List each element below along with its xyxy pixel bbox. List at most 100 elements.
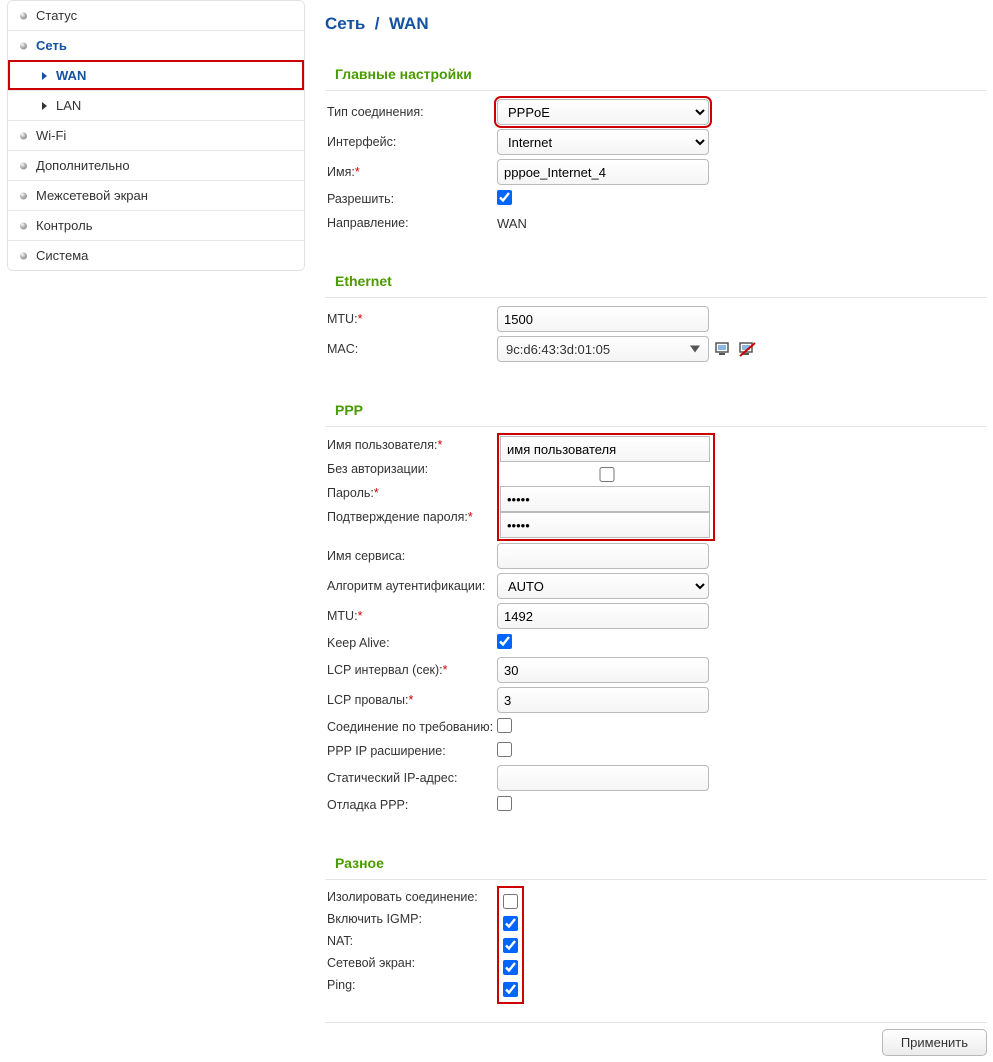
ppp-pass-input[interactable]: [500, 486, 710, 512]
misc-nat-label: NAT:: [325, 934, 497, 948]
chevron-down-icon: [690, 346, 700, 353]
ppp-pass2-input[interactable]: [500, 512, 710, 538]
section-misc: Разное Изолировать соединение: Включить …: [325, 845, 987, 1004]
bullet-icon: [20, 162, 27, 169]
ppp-keep-checkbox[interactable]: [497, 634, 512, 649]
bullet-icon: [20, 222, 27, 229]
ppp-keep-label: Keep Alive:: [325, 636, 497, 650]
ppp-svc-label: Имя сервиса:: [325, 549, 497, 563]
ppp-svc-input[interactable]: [497, 543, 709, 569]
sidebar-item-firewall[interactable]: Межсетевой экран: [8, 180, 304, 210]
bullet-icon: [20, 192, 27, 199]
section-title: Разное: [325, 855, 987, 880]
ppp-pass-label: Пароль:*: [325, 486, 497, 500]
ppp-auth-label: Алгоритм аутентификации:: [325, 579, 497, 593]
sidebar-item-lan[interactable]: LAN: [8, 90, 304, 120]
sidebar-item-label: Контроль: [36, 218, 92, 233]
conn-type-select[interactable]: PPPoE: [497, 99, 709, 125]
misc-igmp-label: Включить IGMP:: [325, 912, 497, 926]
ppp-pass2-label: Подтверждение пароля:*: [325, 510, 497, 524]
ppp-ondemand-checkbox[interactable]: [497, 718, 512, 733]
chevron-right-icon: [42, 102, 47, 110]
reset-mac-icon[interactable]: [739, 342, 757, 357]
ppp-user-label: Имя пользователя:*: [325, 438, 497, 452]
breadcrumb-sep: /: [370, 14, 389, 33]
sidebar-item-label: Дополнительно: [36, 158, 130, 173]
breadcrumb-part: WAN: [389, 14, 429, 33]
misc-igmp-checkbox[interactable]: [503, 916, 518, 931]
sidebar-item-advanced[interactable]: Дополнительно: [8, 150, 304, 180]
sidebar-item-label: LAN: [56, 98, 81, 113]
name-input[interactable]: [497, 159, 709, 185]
main-content: Сеть / WAN Главные настройки Тип соедине…: [305, 0, 993, 1062]
ppp-user-input[interactable]: [500, 436, 710, 462]
section-title: Ethernet: [325, 273, 987, 298]
direction-label: Направление:: [325, 216, 497, 230]
interface-label: Интерфейс:: [325, 135, 497, 149]
sidebar-item-label: WAN: [56, 68, 86, 83]
breadcrumb-part: Сеть: [325, 14, 365, 33]
sidebar-item-label: Статус: [36, 8, 77, 23]
misc-highlight: [497, 886, 524, 1004]
ppp-static-label: Статический IP-адрес:: [325, 771, 497, 785]
sidebar-item-wan[interactable]: WAN: [8, 60, 304, 90]
mac-value: 9c:d6:43:3d:01:05: [506, 342, 610, 357]
ppp-lcpfail-input[interactable]: [497, 687, 709, 713]
section-main-settings: Главные настройки Тип соединения: PPPoE …: [325, 56, 987, 235]
ppp-auth-select[interactable]: AUTO: [497, 573, 709, 599]
misc-ping-checkbox[interactable]: [503, 982, 518, 997]
ppp-lcpfail-label: LCP провалы:*: [325, 693, 497, 707]
sidebar-item-wifi[interactable]: Wi-Fi: [8, 120, 304, 150]
bullet-icon: [20, 132, 27, 139]
direction-value: WAN: [497, 216, 527, 231]
ppp-mtu-input[interactable]: [497, 603, 709, 629]
sidebar-item-label: Сеть: [36, 38, 67, 53]
ppp-debug-label: Отладка PPP:: [325, 798, 497, 812]
ppp-ondemand-label: Соединение по требованию:: [325, 720, 497, 734]
bullet-icon: [20, 42, 27, 49]
ppp-ipext-label: PPP IP расширение:: [325, 744, 497, 758]
apply-button[interactable]: Применить: [882, 1029, 987, 1056]
misc-isolate-label: Изолировать соединение:: [325, 890, 497, 904]
sidebar-item-status[interactable]: Статус: [8, 1, 304, 30]
chevron-right-icon: [42, 72, 47, 80]
apply-bar: Применить: [325, 1022, 987, 1056]
allow-checkbox[interactable]: [497, 190, 512, 205]
ppp-lcpint-input[interactable]: [497, 657, 709, 683]
ppp-ipext-checkbox[interactable]: [497, 742, 512, 757]
interface-select[interactable]: Internet: [497, 129, 709, 155]
section-title: PPP: [325, 402, 987, 427]
breadcrumb: Сеть / WAN: [325, 0, 987, 34]
name-label: Имя:*: [325, 165, 497, 179]
ppp-noauth-checkbox[interactable]: [502, 467, 712, 482]
sidebar-item-label: Межсетевой экран: [36, 188, 148, 203]
eth-mtu-input[interactable]: [497, 306, 709, 332]
section-ethernet: Ethernet MTU:* MAC: 9c:d6:43:3d:01:05: [325, 263, 987, 364]
mac-select[interactable]: 9c:d6:43:3d:01:05: [497, 336, 709, 362]
misc-nat-checkbox[interactable]: [503, 938, 518, 953]
ppp-credentials-highlight: [497, 433, 715, 541]
allow-label: Разрешить:: [325, 192, 497, 206]
bullet-icon: [20, 252, 27, 259]
ppp-mtu-label: MTU:*: [325, 609, 497, 623]
conn-type-label: Тип соединения:: [325, 105, 497, 119]
sidebar-item-network[interactable]: Сеть: [8, 30, 304, 60]
section-ppp: PPP Имя пользователя:* Без авторизации: …: [325, 392, 987, 817]
sidebar-item-system[interactable]: Система: [8, 240, 304, 270]
ppp-static-input[interactable]: [497, 765, 709, 791]
misc-fw-label: Сетевой экран:: [325, 956, 497, 970]
sidebar-item-control[interactable]: Контроль: [8, 210, 304, 240]
bullet-icon: [20, 12, 27, 19]
ppp-lcpint-label: LCP интервал (сек):*: [325, 663, 497, 677]
sidebar-item-label: Wi-Fi: [36, 128, 66, 143]
mac-label: MAC:: [325, 342, 497, 356]
sidebar: Статус Сеть WAN LAN Wi-Fi Дополнительно …: [7, 0, 305, 271]
sidebar-item-label: Система: [36, 248, 88, 263]
ppp-noauth-label: Без авторизации:: [325, 462, 497, 476]
misc-fw-checkbox[interactable]: [503, 960, 518, 975]
section-title: Главные настройки: [325, 66, 987, 91]
misc-isolate-checkbox[interactable]: [503, 894, 518, 909]
clone-mac-icon[interactable]: [715, 342, 733, 357]
eth-mtu-label: MTU:*: [325, 312, 497, 326]
ppp-debug-checkbox[interactable]: [497, 796, 512, 811]
